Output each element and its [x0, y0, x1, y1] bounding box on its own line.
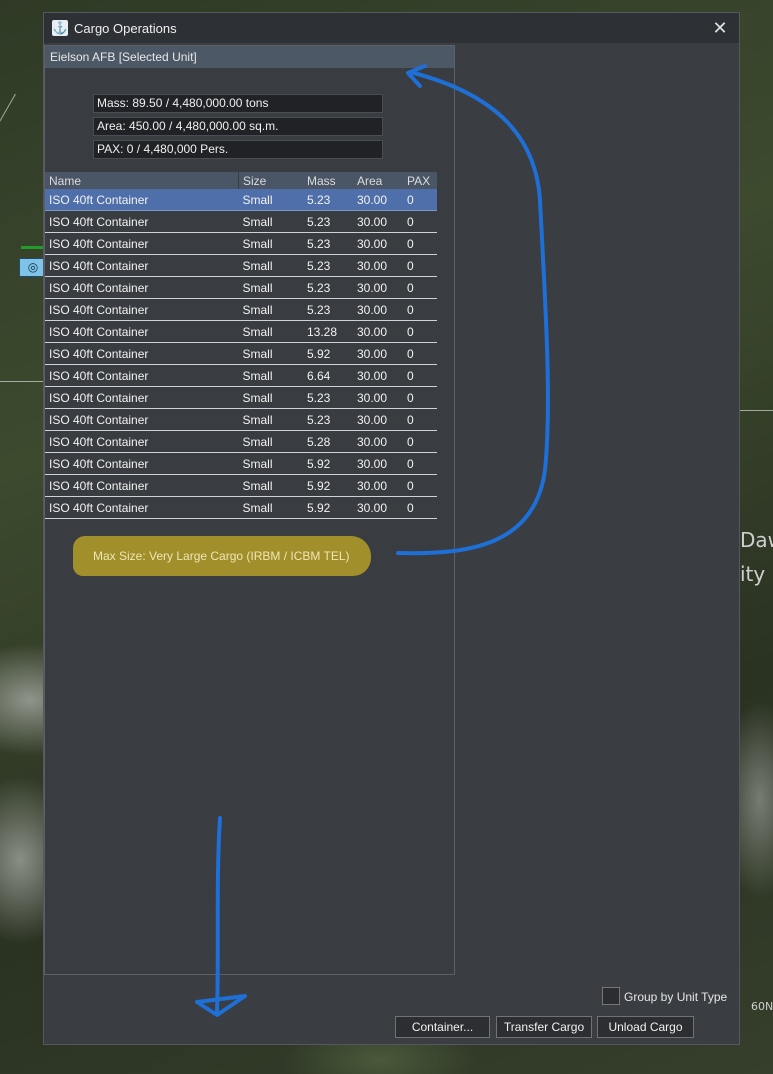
annotation-arrowhead-down — [195, 994, 247, 1017]
annotation-arrow-curve — [396, 70, 550, 556]
annotation-overlay — [195, 64, 550, 1017]
annotation-arrow-down — [215, 816, 222, 1014]
